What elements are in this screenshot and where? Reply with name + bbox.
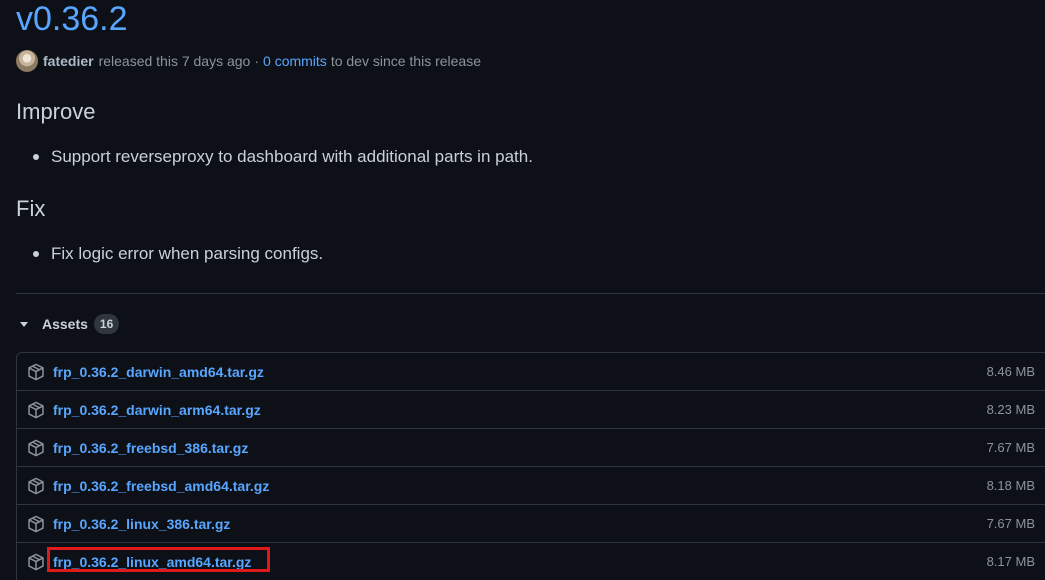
asset-link[interactable]: frp_0.36.2_linux_386.tar.gz: [53, 516, 230, 532]
fix-item-text: Fix logic error when parsing configs.: [51, 244, 324, 263]
meta-separator: ·: [254, 53, 260, 69]
divider: [16, 293, 1045, 294]
asset-row: frp_0.36.2_linux_386.tar.gz 7.67 MB: [17, 505, 1045, 543]
package-icon: [28, 515, 44, 532]
asset-link[interactable]: frp_0.36.2_linux_amd64.tar.gz: [53, 554, 251, 570]
asset-row: frp_0.36.2_darwin_amd64.tar.gz 8.46 MB: [17, 353, 1045, 391]
fix-heading: Fix: [16, 196, 46, 221]
asset-link[interactable]: frp_0.36.2_darwin_amd64.tar.gz: [53, 364, 264, 380]
released-text: released this 7 days ago: [98, 53, 251, 69]
bullet-icon: [33, 251, 39, 257]
asset-link[interactable]: frp_0.36.2_freebsd_amd64.tar.gz: [53, 478, 269, 494]
release-meta: fatedier released this 7 days ago · 0 co…: [16, 50, 485, 72]
assets-label: Assets: [42, 316, 88, 332]
list-item: Fix logic error when parsing configs.: [33, 244, 323, 264]
assets-toggle[interactable]: Assets 16: [16, 313, 120, 335]
asset-row: frp_0.36.2_freebsd_386.tar.gz 7.67 MB: [17, 429, 1045, 467]
list-item: Support reverseproxy to dashboard with a…: [33, 147, 533, 167]
asset-size: 8.17 MB: [986, 554, 1035, 569]
asset-link[interactable]: frp_0.36.2_darwin_arm64.tar.gz: [53, 402, 261, 418]
assets-count-badge: 16: [93, 314, 120, 334]
release-page: v0.36.2 fatedier released this 7 days ag…: [0, 0, 1045, 580]
caret-down-icon[interactable]: [20, 321, 28, 327]
asset-row-highlighted: frp_0.36.2_linux_amd64.tar.gz 8.17 MB: [17, 543, 1045, 580]
assets-list: frp_0.36.2_darwin_amd64.tar.gz 8.46 MB f…: [16, 352, 1045, 580]
improve-item-text: Support reverseproxy to dashboard with a…: [51, 147, 533, 166]
improve-heading: Improve: [16, 99, 96, 124]
author-link[interactable]: fatedier: [43, 53, 94, 69]
asset-row: frp_0.36.2_freebsd_amd64.tar.gz 8.18 MB: [17, 467, 1045, 505]
commits-link[interactable]: 0 commits: [263, 53, 327, 69]
asset-size: 7.67 MB: [986, 516, 1035, 531]
asset-size: 7.67 MB: [986, 440, 1035, 455]
asset-size: 8.46 MB: [986, 364, 1035, 379]
package-icon: [28, 553, 44, 570]
package-icon: [28, 363, 44, 380]
bullet-icon: [33, 154, 39, 160]
asset-link[interactable]: frp_0.36.2_freebsd_386.tar.gz: [53, 440, 248, 456]
avatar[interactable]: [16, 50, 38, 72]
package-icon: [28, 401, 44, 418]
package-icon: [28, 439, 44, 456]
asset-size: 8.18 MB: [986, 478, 1035, 493]
release-title[interactable]: v0.36.2: [16, 0, 128, 44]
commits-suffix: to dev since this release: [330, 53, 482, 69]
asset-size: 8.23 MB: [986, 402, 1035, 417]
package-icon: [28, 477, 44, 494]
asset-row: frp_0.36.2_darwin_arm64.tar.gz 8.23 MB: [17, 391, 1045, 429]
